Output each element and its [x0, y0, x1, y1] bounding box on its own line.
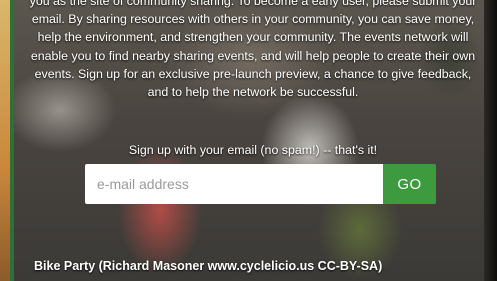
- photo-credit: Bike Party (Richard Masoner www.cyclelic…: [34, 259, 383, 273]
- intro-paragraph: you as the site of community sharing. To…: [29, 0, 477, 100]
- right-edge-shadow: [484, 0, 497, 281]
- email-field[interactable]: [85, 164, 383, 204]
- signup-form: GO: [85, 164, 436, 204]
- left-border-line: [10, 0, 14, 281]
- go-button[interactable]: GO: [383, 164, 436, 204]
- signup-label: Sign up with your email (no spam!) -- th…: [128, 143, 378, 157]
- left-edge-strip: [0, 0, 10, 281]
